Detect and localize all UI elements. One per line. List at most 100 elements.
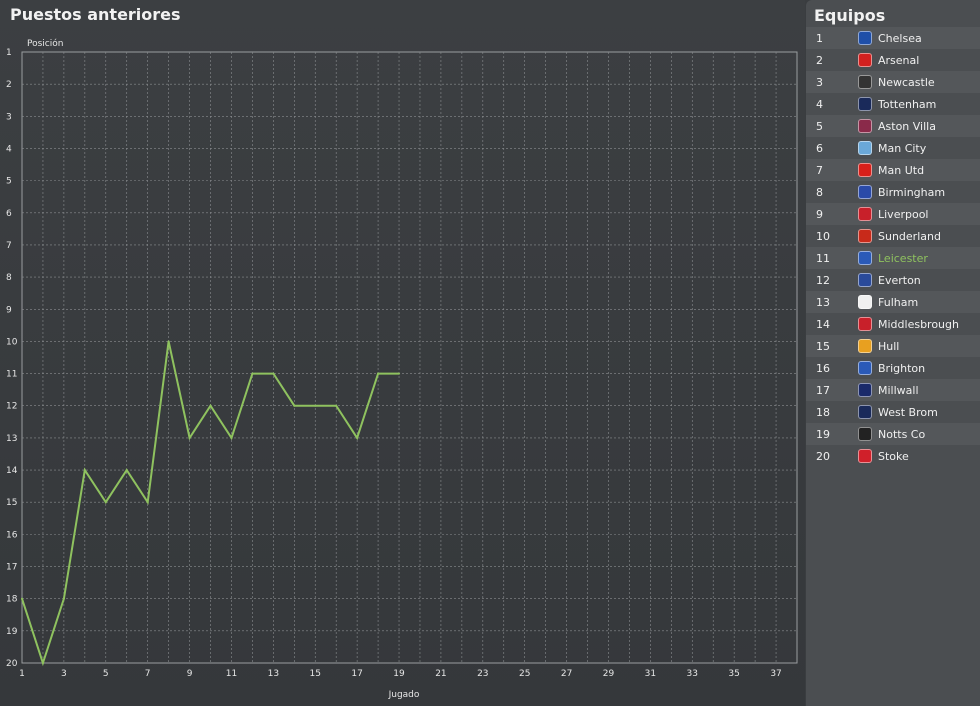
team-name[interactable]: Man Utd bbox=[878, 164, 924, 177]
team-name[interactable]: Notts Co bbox=[878, 428, 925, 441]
chart-grid bbox=[22, 52, 797, 663]
team-name[interactable]: Sunderland bbox=[878, 230, 941, 243]
team-row[interactable]: 13 Fulham bbox=[806, 291, 980, 313]
team-name[interactable]: Newcastle bbox=[878, 76, 935, 89]
x-tick-label: 7 bbox=[145, 669, 151, 679]
team-position: 14 bbox=[816, 317, 830, 331]
team-position: 11 bbox=[816, 251, 830, 265]
position-point bbox=[314, 404, 317, 407]
notts-co-badge-icon bbox=[858, 427, 872, 441]
team-position: 5 bbox=[816, 119, 823, 133]
brighton-badge-icon bbox=[858, 361, 872, 375]
team-row[interactable]: 15 Hull bbox=[806, 335, 980, 357]
position-point bbox=[167, 340, 170, 343]
team-name[interactable]: Aston Villa bbox=[878, 120, 936, 133]
team-row[interactable]: 19 Notts Co bbox=[806, 423, 980, 445]
stoke-badge-icon bbox=[858, 449, 872, 463]
team-name[interactable]: Brighton bbox=[878, 362, 925, 375]
x-tick-label: 27 bbox=[561, 669, 572, 679]
x-axis-label: Jugado bbox=[388, 690, 420, 700]
team-name[interactable]: Arsenal bbox=[878, 54, 919, 67]
x-tick-label: 11 bbox=[226, 669, 237, 679]
team-name[interactable]: Man City bbox=[878, 142, 926, 155]
team-row[interactable]: 3 Newcastle bbox=[806, 71, 980, 93]
team-row[interactable]: 6 Man City bbox=[806, 137, 980, 159]
position-point bbox=[251, 372, 254, 375]
team-position: 1 bbox=[816, 31, 823, 45]
team-position: 15 bbox=[816, 339, 830, 353]
team-row[interactable]: 8 Birmingham bbox=[806, 181, 980, 203]
team-name[interactable]: Birmingham bbox=[878, 186, 945, 199]
team-name[interactable]: Millwall bbox=[878, 384, 919, 397]
y-tick-label: 16 bbox=[6, 530, 18, 540]
y-tick-label: 19 bbox=[6, 627, 18, 637]
team-name[interactable]: Everton bbox=[878, 274, 921, 287]
team-row[interactable]: 2 Arsenal bbox=[806, 49, 980, 71]
x-tick-label: 33 bbox=[687, 669, 698, 679]
team-position: 6 bbox=[816, 141, 823, 155]
chelsea-badge-icon bbox=[858, 31, 872, 45]
y-tick-label: 20 bbox=[6, 659, 18, 669]
position-point bbox=[335, 404, 338, 407]
fulham-badge-icon bbox=[858, 295, 872, 309]
team-row[interactable]: 16 Brighton bbox=[806, 357, 980, 379]
team-name[interactable]: Middlesbrough bbox=[878, 318, 959, 331]
y-tick-label: 6 bbox=[6, 209, 12, 219]
x-tick-label: 5 bbox=[103, 669, 109, 679]
x-tick-label: 21 bbox=[435, 669, 446, 679]
team-position: 17 bbox=[816, 383, 830, 397]
team-row[interactable]: 12 Everton bbox=[806, 269, 980, 291]
millwall-badge-icon bbox=[858, 383, 872, 397]
position-point bbox=[209, 404, 212, 407]
team-name[interactable]: Liverpool bbox=[878, 208, 928, 221]
y-axis-ticks: 1234567891011121314151617181920 bbox=[6, 48, 18, 669]
position-point bbox=[230, 436, 233, 439]
y-tick-label: 10 bbox=[6, 337, 18, 347]
y-tick-label: 17 bbox=[6, 563, 17, 573]
everton-badge-icon bbox=[858, 273, 872, 287]
x-axis-ticks: 1 3 5 7 9 11 13 15 17 19 21 23 25 27 29 31 33 35 37 bbox=[19, 669, 782, 679]
y-tick-label: 7 bbox=[6, 241, 12, 251]
team-row[interactable]: 1 Chelsea bbox=[806, 27, 980, 49]
team-row[interactable]: 14 Middlesbrough bbox=[806, 313, 980, 335]
x-tick-label: 23 bbox=[477, 669, 488, 679]
x-tick-label: 17 bbox=[351, 669, 362, 679]
team-row[interactable]: 4 Tottenham bbox=[806, 93, 980, 115]
x-tick-label: 3 bbox=[61, 669, 67, 679]
team-row[interactable]: 18 West Brom bbox=[806, 401, 980, 423]
teams-panel: Equipos 1 Chelsea 2 Arsenal 3 Newcastle 4 Totte… bbox=[806, 0, 980, 706]
y-tick-label: 14 bbox=[6, 466, 18, 476]
plot-area bbox=[21, 51, 798, 664]
team-row[interactable]: 5 Aston Villa bbox=[806, 115, 980, 137]
x-tick-label: 31 bbox=[645, 669, 656, 679]
team-name[interactable]: Tottenham bbox=[878, 98, 936, 111]
team-name[interactable]: Leicester bbox=[878, 252, 928, 265]
team-row[interactable]: 9 Liverpool bbox=[806, 203, 980, 225]
y-tick-label: 15 bbox=[6, 498, 17, 508]
team-name[interactable]: Hull bbox=[878, 340, 899, 353]
team-position: 12 bbox=[816, 273, 830, 287]
team-name[interactable]: Fulham bbox=[878, 296, 918, 309]
x-tick-label: 29 bbox=[603, 669, 615, 679]
aston-villa-badge-icon bbox=[858, 119, 872, 133]
x-tick-label: 25 bbox=[519, 669, 530, 679]
x-tick-label: 13 bbox=[268, 669, 279, 679]
team-name[interactable]: Chelsea bbox=[878, 32, 922, 45]
team-name[interactable]: Stoke bbox=[878, 450, 909, 463]
team-position: 3 bbox=[816, 75, 823, 89]
team-position: 10 bbox=[816, 229, 830, 243]
team-row[interactable]: 20 Stoke bbox=[806, 445, 980, 467]
x-tick-label: 35 bbox=[728, 669, 739, 679]
team-row[interactable]: 17 Millwall bbox=[806, 379, 980, 401]
team-row[interactable]: 7 Man Utd bbox=[806, 159, 980, 181]
position-point bbox=[104, 501, 107, 504]
team-row[interactable]: 10 Sunderland bbox=[806, 225, 980, 247]
x-tick-label: 15 bbox=[310, 669, 321, 679]
y-tick-label: 2 bbox=[6, 80, 12, 90]
position-point bbox=[83, 469, 86, 472]
sunderland-badge-icon bbox=[858, 229, 872, 243]
team-name[interactable]: West Brom bbox=[878, 406, 938, 419]
y-tick-label: 11 bbox=[6, 370, 17, 380]
team-row[interactable]: 11 Leicester bbox=[806, 247, 980, 269]
x-tick-label: 19 bbox=[393, 669, 405, 679]
